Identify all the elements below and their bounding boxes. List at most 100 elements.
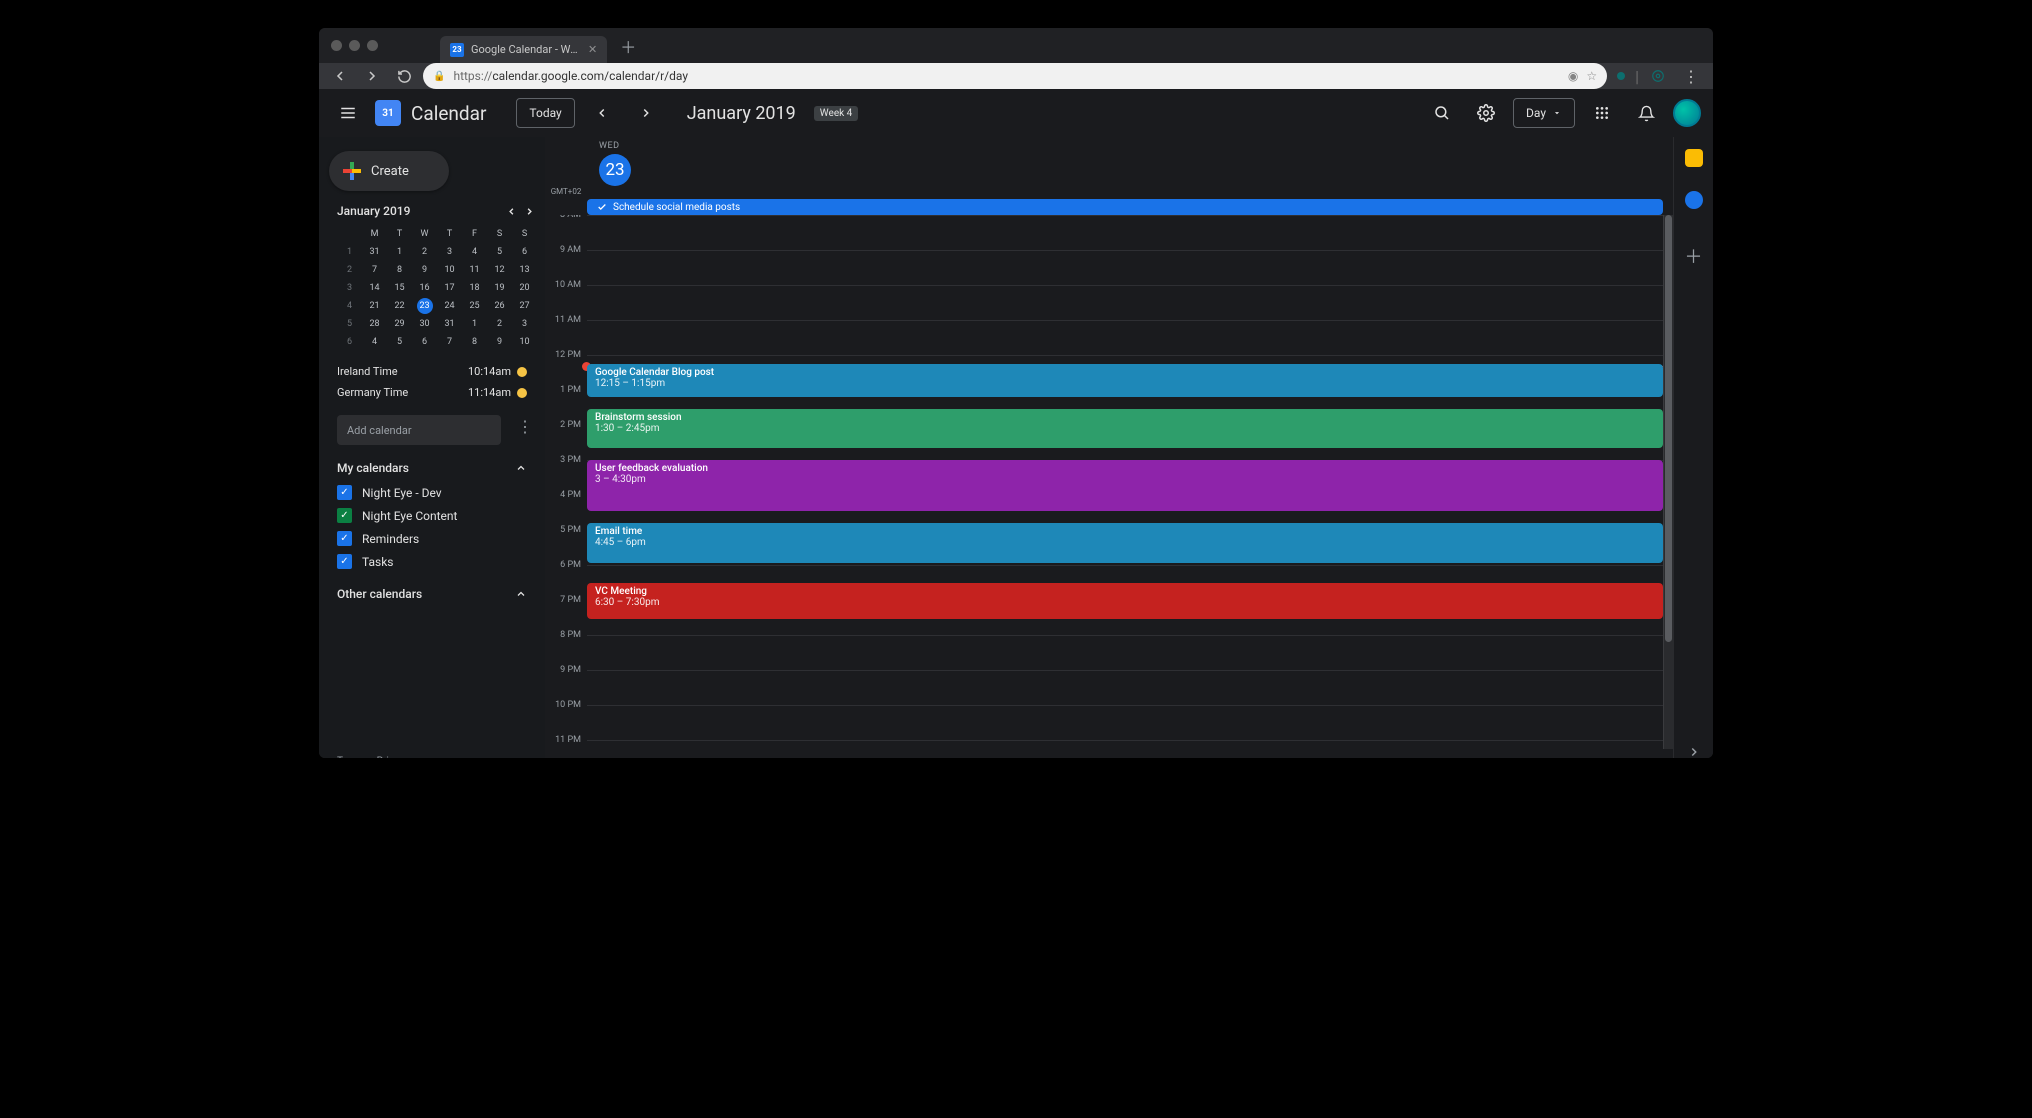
mini-day-cell[interactable]: 1: [387, 243, 412, 261]
calendar-event[interactable]: User feedback evaluation3 – 4:30pm: [587, 460, 1663, 511]
my-calendars-section[interactable]: My calendars: [319, 449, 545, 479]
mini-day-cell[interactable]: 31: [437, 315, 462, 333]
mini-day-cell[interactable]: 9: [412, 261, 437, 279]
mini-day-cell[interactable]: 18: [462, 279, 487, 297]
mini-day-cell[interactable]: 27: [512, 297, 537, 315]
calendar-event[interactable]: Google Calendar Blog post12:15 – 1:15pm: [587, 364, 1663, 397]
day-number[interactable]: 23: [599, 154, 631, 186]
terms-link[interactable]: Terms: [337, 756, 365, 758]
all-day-event[interactable]: Schedule social media posts: [587, 199, 1663, 215]
mini-day-cell[interactable]: 15: [387, 279, 412, 297]
mini-day-cell[interactable]: 17: [437, 279, 462, 297]
mini-next-month[interactable]: [521, 203, 537, 219]
hour-slot[interactable]: [587, 215, 1663, 250]
minimize-window[interactable]: [349, 40, 360, 51]
mini-day-cell[interactable]: 3: [512, 315, 537, 333]
calendar-item[interactable]: ✓Night Eye Content: [337, 504, 527, 527]
mini-day-cell[interactable]: 8: [387, 261, 412, 279]
mini-day-cell[interactable]: 4: [462, 243, 487, 261]
apps-grid-icon[interactable]: [1585, 96, 1619, 130]
mini-day-cell[interactable]: 23: [412, 297, 437, 315]
mini-day-cell[interactable]: 6: [512, 243, 537, 261]
mini-day-cell[interactable]: 2: [412, 243, 437, 261]
hour-slot[interactable]: [587, 705, 1663, 740]
calendar-checkbox[interactable]: ✓: [337, 485, 352, 500]
mini-day-cell[interactable]: 16: [412, 279, 437, 297]
site-info-icon[interactable]: ◉: [1568, 69, 1578, 83]
mini-day-cell[interactable]: 4: [362, 333, 387, 351]
mini-day-cell[interactable]: 8: [462, 333, 487, 351]
search-icon[interactable]: [1425, 96, 1459, 130]
calendar-checkbox[interactable]: ✓: [337, 508, 352, 523]
scrollbar-thumb[interactable]: [1665, 215, 1672, 642]
back-button[interactable]: [327, 63, 353, 89]
scrollbar[interactable]: [1663, 215, 1673, 749]
keep-icon[interactable]: [1685, 149, 1703, 167]
collapse-panel-icon[interactable]: [1687, 745, 1701, 758]
account-avatar[interactable]: [1673, 99, 1701, 127]
bookmark-icon[interactable]: ☆: [1586, 69, 1597, 83]
main-menu-icon[interactable]: [331, 96, 365, 130]
mini-day-cell[interactable]: 12: [487, 261, 512, 279]
mini-day-cell[interactable]: 24: [437, 297, 462, 315]
extension-icon[interactable]: [1617, 72, 1625, 80]
mini-day-cell[interactable]: 1: [462, 315, 487, 333]
next-period-button[interactable]: [629, 96, 663, 130]
mini-day-cell[interactable]: 13: [512, 261, 537, 279]
reload-button[interactable]: [391, 63, 417, 89]
mini-day-cell[interactable]: 30: [412, 315, 437, 333]
extension-settings-icon[interactable]: [1645, 63, 1671, 89]
mini-day-cell[interactable]: 5: [487, 243, 512, 261]
mini-day-cell[interactable]: 20: [512, 279, 537, 297]
hour-slot[interactable]: [587, 635, 1663, 670]
mini-day-cell[interactable]: 7: [362, 261, 387, 279]
address-bar[interactable]: 🔒 https://calendar.google.com/calendar/r…: [423, 63, 1607, 89]
prev-period-button[interactable]: [585, 96, 619, 130]
calendar-event[interactable]: Email time4:45 – 6pm: [587, 523, 1663, 563]
hour-slot[interactable]: [587, 740, 1663, 758]
maximize-window[interactable]: [367, 40, 378, 51]
mini-day-cell[interactable]: 29: [387, 315, 412, 333]
other-calendars-section[interactable]: Other calendars: [319, 575, 545, 605]
add-calendar-input[interactable]: Add calendar: [337, 415, 501, 445]
calendar-item[interactable]: ✓Reminders: [337, 527, 527, 550]
privacy-link[interactable]: Privacy: [377, 756, 409, 758]
close-window[interactable]: [331, 40, 342, 51]
add-addon-icon[interactable]: ＋: [1685, 243, 1703, 269]
browser-menu-icon[interactable]: ⋮: [1677, 67, 1705, 86]
tasks-icon[interactable]: [1685, 191, 1703, 209]
hour-slot[interactable]: [587, 670, 1663, 705]
mini-day-cell[interactable]: 10: [437, 261, 462, 279]
calendar-checkbox[interactable]: ✓: [337, 554, 352, 569]
mini-day-cell[interactable]: 10: [512, 333, 537, 351]
mini-day-cell[interactable]: 9: [487, 333, 512, 351]
mini-day-cell[interactable]: 25: [462, 297, 487, 315]
today-button[interactable]: Today: [516, 98, 574, 128]
create-button[interactable]: Create: [329, 151, 449, 191]
mini-day-cell[interactable]: 6: [412, 333, 437, 351]
forward-button[interactable]: [359, 63, 385, 89]
calendar-event[interactable]: Brainstorm session1:30 – 2:45pm: [587, 409, 1663, 447]
mini-day-cell[interactable]: 22: [387, 297, 412, 315]
mini-day-cell[interactable]: 11: [462, 261, 487, 279]
calendar-item[interactable]: ✓Night Eye - Dev: [337, 481, 527, 504]
notifications-icon[interactable]: [1629, 96, 1663, 130]
mini-day-cell[interactable]: 26: [487, 297, 512, 315]
view-switcher[interactable]: Day: [1513, 98, 1575, 128]
hour-slot[interactable]: [587, 250, 1663, 285]
close-tab-icon[interactable]: ✕: [588, 43, 597, 56]
mini-day-cell[interactable]: 7: [437, 333, 462, 351]
calendar-checkbox[interactable]: ✓: [337, 531, 352, 546]
mini-calendar-grid[interactable]: MTWTFSS 13112345627891011121331415161718…: [337, 225, 537, 351]
add-calendar-menu-icon[interactable]: ⋮: [517, 417, 545, 436]
mini-day-cell[interactable]: 3: [437, 243, 462, 261]
mini-day-cell[interactable]: 14: [362, 279, 387, 297]
mini-day-cell[interactable]: 19: [487, 279, 512, 297]
hour-slot[interactable]: [587, 320, 1663, 355]
hour-slot[interactable]: [587, 285, 1663, 320]
mini-day-cell[interactable]: 28: [362, 315, 387, 333]
calendar-event[interactable]: VC Meeting6:30 – 7:30pm: [587, 583, 1663, 620]
mini-prev-month[interactable]: [503, 203, 519, 219]
mini-day-cell[interactable]: 21: [362, 297, 387, 315]
new-tab-button[interactable]: ＋: [615, 33, 641, 59]
